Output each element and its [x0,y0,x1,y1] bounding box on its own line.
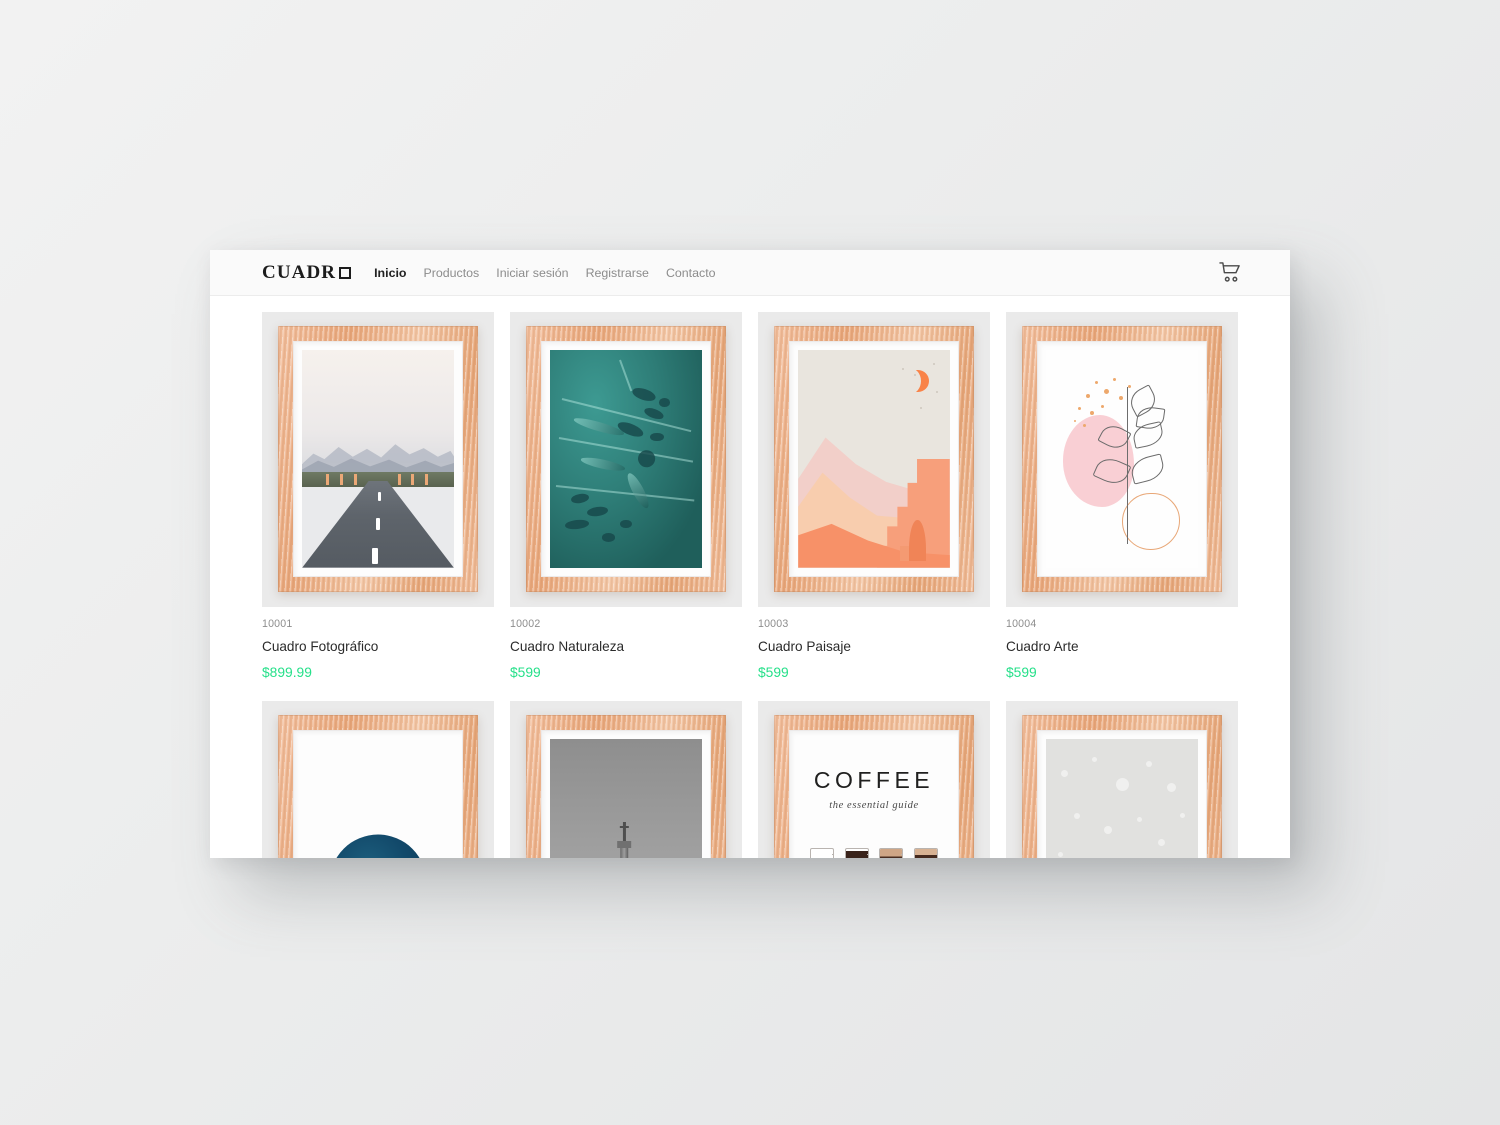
main-navigation: Inicio Productos Iniciar sesión Registra… [374,266,715,280]
site-logo-text: CUADR [262,261,337,283]
product-name[interactable]: Cuadro Fotográfico [262,639,494,654]
cafe-con-leche-cup-icon [914,847,939,858]
artwork-coffee-poster: COFFEE the essential guide AFFOGATO [798,739,950,858]
nav-item-iniciar-sesion[interactable]: Iniciar sesión [496,266,568,280]
affogato-cup-icon [809,847,834,858]
coffee-poster-subtitle: the essential guide [829,800,919,812]
artwork-road-mountains [302,350,454,568]
artwork-constellation [302,739,454,858]
product-card [1006,701,1238,858]
square-outline-icon [339,266,352,279]
coffee-cup-item: CAFÉ AU LAIT [876,847,907,858]
artwork-monstera-leaf [550,350,702,568]
product-price: $599 [510,665,541,680]
browser-window: CUADR Inicio Productos Iniciar sesión Re… [210,250,1290,858]
frame-mat [789,341,959,577]
picture-frame [774,326,974,592]
product-name[interactable]: Cuadro Paisaje [758,639,990,654]
product-sku: 10001 [262,618,293,630]
product-grid: 10001 Cuadro Fotográfico $899.99 10002 C… [210,296,1290,858]
product-name[interactable]: Cuadro Arte [1006,639,1238,654]
picture-frame [526,715,726,858]
product-sku: 10004 [1006,618,1037,630]
shopping-cart-icon[interactable] [1218,261,1242,285]
product-meta: 10001 Cuadro Fotográfico $899.99 [262,607,494,680]
artwork-botanical-line [1046,350,1198,568]
site-logo[interactable]: CUADR [262,261,352,284]
product-price: $599 [1006,665,1037,680]
product-thumbnail[interactable] [1006,701,1238,858]
product-card: 10004 Cuadro Arte $599 [1006,312,1238,680]
product-thumbnail[interactable] [262,312,494,607]
product-thumbnail[interactable] [758,312,990,607]
product-thumbnail[interactable] [510,701,742,858]
americano-cup-icon [844,847,869,858]
nav-item-contacto[interactable]: Contacto [666,266,716,280]
frame-mat [293,341,463,577]
product-thumbnail[interactable] [262,701,494,858]
picture-frame [1022,715,1222,858]
product-price: $899.99 [262,665,312,680]
product-card [262,701,494,858]
product-meta: 10002 Cuadro Naturaleza $599 [510,607,742,680]
product-card: COFFEE the essential guide AFFOGATO [758,701,990,858]
coffee-cup-row: AFFOGATO AMERICANO [804,847,943,858]
artwork-monument-bw [550,739,702,858]
coffee-cup-item: AFFOGATO [806,847,837,858]
picture-frame: COFFEE the essential guide AFFOGATO [774,715,974,858]
product-card: 10003 Cuadro Paisaje $599 [758,312,990,680]
shopping-cart-glyph [1218,262,1240,282]
nav-item-inicio[interactable]: Inicio [374,266,406,280]
artwork-wolf [1046,739,1198,858]
frame-mat [541,341,711,577]
product-thumbnail[interactable] [1006,312,1238,607]
frame-mat [293,730,463,858]
product-card: 10002 Cuadro Naturaleza $599 [510,312,742,680]
product-card [510,701,742,858]
product-thumbnail[interactable] [510,312,742,607]
artwork-desert-moon [798,350,950,568]
nav-item-productos[interactable]: Productos [423,266,479,280]
product-meta: 10003 Cuadro Paisaje $599 [758,607,990,680]
product-name[interactable]: Cuadro Naturaleza [510,639,742,654]
coffee-cup-item: AMERICANO [841,847,872,858]
nav-item-registrarse[interactable]: Registrarse [586,266,649,280]
product-sku: 10003 [758,618,789,630]
product-meta: 10004 Cuadro Arte $599 [1006,607,1238,680]
site-header: CUADR Inicio Productos Iniciar sesión Re… [210,250,1290,296]
cafe-au-lait-cup-icon [879,847,904,858]
frame-mat: COFFEE the essential guide AFFOGATO [789,730,959,858]
frame-mat [1037,730,1207,858]
frame-mat [541,730,711,858]
product-sku: 10002 [510,618,541,630]
picture-frame [526,326,726,592]
product-price: $599 [758,665,789,680]
coffee-cup-item: CAFÉ CON LECHE [911,847,942,858]
picture-frame [278,326,478,592]
coffee-poster-title: COFFEE [813,767,935,794]
picture-frame [1022,326,1222,592]
product-thumbnail[interactable]: COFFEE the essential guide AFFOGATO [758,701,990,858]
crescent-moon-icon [898,367,929,395]
product-card: 10001 Cuadro Fotográfico $899.99 [262,312,494,680]
picture-frame [278,715,478,858]
frame-mat [1037,341,1207,577]
